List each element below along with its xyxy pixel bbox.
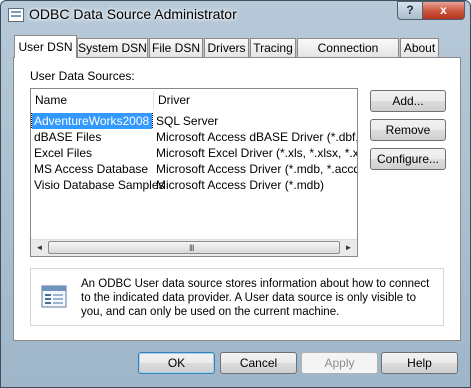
close-icon: x bbox=[440, 3, 447, 17]
list-row[interactable]: Visio Database Samples Microsoft Access … bbox=[31, 177, 357, 193]
tab-user-dsn[interactable]: User DSN bbox=[14, 35, 77, 58]
odbc-app-icon bbox=[8, 8, 24, 22]
row-name: AdventureWorks2008 bbox=[31, 113, 154, 129]
help-titlebar-button[interactable]: ? bbox=[397, 1, 423, 20]
info-box: An ODBC User data source stores informat… bbox=[30, 268, 444, 326]
row-name: Excel Files bbox=[34, 146, 93, 160]
scroll-left-icon[interactable]: ◄ bbox=[32, 241, 47, 255]
help-button[interactable]: Help bbox=[381, 352, 458, 374]
window-title: ODBC Data Source Administrator bbox=[29, 6, 237, 22]
info-description: An ODBC User data source stores informat… bbox=[81, 278, 430, 318]
row-driver: Microsoft Access Driver (*.mdb, *.accdb) bbox=[156, 162, 357, 176]
apply-button[interactable]: Apply bbox=[301, 352, 378, 374]
remove-button-label: Remove bbox=[385, 123, 431, 137]
list-row[interactable]: Excel Files Microsoft Excel Driver (*.xl… bbox=[31, 145, 357, 161]
data-source-icon bbox=[41, 285, 67, 308]
cancel-button[interactable]: Cancel bbox=[220, 352, 297, 374]
question-mark-icon: ? bbox=[406, 3, 414, 17]
tab-connection-pooling[interactable]: Connection Pooling bbox=[297, 38, 399, 73]
close-window-button[interactable]: x bbox=[422, 1, 465, 20]
add-button[interactable]: Add... bbox=[370, 90, 446, 112]
list-row[interactable]: dBASE Files Microsoft Access dBASE Drive… bbox=[31, 129, 357, 145]
column-header-name[interactable]: Name bbox=[31, 89, 153, 111]
user-dsn-panel: User Data Sources: Name Driver Adventure… bbox=[13, 57, 461, 341]
row-name: dBASE Files bbox=[34, 130, 102, 144]
data-sources-list[interactable]: Name Driver AdventureWorks2008 SQL Serve… bbox=[30, 88, 358, 257]
help-button-label: Help bbox=[407, 356, 432, 370]
row-driver: Microsoft Access dBASE Driver (*.dbf, *.… bbox=[156, 130, 357, 144]
tab-tracing[interactable]: Tracing bbox=[250, 38, 296, 57]
ok-button[interactable]: OK bbox=[138, 352, 215, 374]
scroll-right-icon[interactable]: ► bbox=[341, 241, 356, 255]
list-row[interactable]: MS Access Database Microsoft Access Driv… bbox=[31, 161, 357, 177]
row-name: MS Access Database bbox=[34, 162, 149, 176]
remove-button[interactable]: Remove bbox=[370, 119, 446, 141]
column-header-driver[interactable]: Driver bbox=[154, 89, 357, 111]
tab-file-dsn[interactable]: File DSN bbox=[149, 38, 203, 57]
horizontal-scrollbar[interactable]: ◄ III ► bbox=[31, 239, 357, 256]
apply-button-label: Apply bbox=[324, 356, 355, 370]
title-bar[interactable]: ODBC Data Source Administrator ? x bbox=[1, 1, 470, 31]
configure-button[interactable]: Configure... bbox=[370, 148, 446, 170]
odbc-window: ODBC Data Source Administrator ? x User … bbox=[0, 0, 471, 388]
row-driver: SQL Server bbox=[156, 114, 219, 128]
scrollbar-thumb[interactable]: III bbox=[48, 241, 340, 254]
row-driver: Microsoft Access Driver (*.mdb) bbox=[156, 178, 325, 192]
configure-button-label: Configure... bbox=[376, 152, 440, 166]
ok-button-label: OK bbox=[167, 356, 186, 370]
row-name: Visio Database Samples bbox=[34, 178, 165, 192]
row-driver: Microsoft Excel Driver (*.xls, *.xlsx, *… bbox=[156, 146, 357, 160]
tab-system-dsn[interactable]: System DSN bbox=[77, 38, 148, 57]
cancel-button-label: Cancel bbox=[239, 356, 278, 370]
add-button-label: Add... bbox=[392, 94, 424, 108]
grip-icon: III bbox=[189, 243, 195, 253]
tab-about[interactable]: About bbox=[400, 38, 439, 57]
tab-drivers[interactable]: Drivers bbox=[204, 38, 249, 57]
list-row[interactable]: AdventureWorks2008 SQL Server bbox=[31, 113, 357, 129]
user-data-sources-label: User Data Sources: bbox=[30, 69, 135, 83]
